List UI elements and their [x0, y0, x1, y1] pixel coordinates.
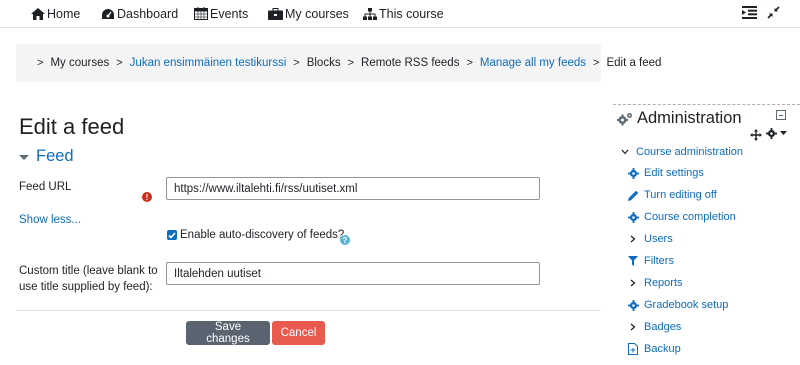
admin-item-label: Turn editing off: [644, 189, 717, 201]
admin-edit-settings[interactable]: Edit settings: [627, 167, 704, 179]
nav-this-course-label: This course: [379, 6, 444, 21]
breadcrumb: > My courses > Jukan ensimmäinen testiku…: [16, 44, 661, 82]
admin-item-label: Filters: [644, 255, 674, 267]
breadcrumb-my-courses[interactable]: My courses: [50, 57, 109, 69]
breadcrumb-separator: >: [116, 57, 123, 69]
sitemap-icon: [363, 7, 377, 20]
block-drawer-toggle[interactable]: [742, 6, 757, 24]
chevron-right-icon: [627, 235, 639, 243]
page-title: Edit a feed: [19, 114, 125, 139]
admin-item-label: Course completion: [644, 211, 736, 223]
admin-item-label: Course administration: [636, 146, 743, 158]
chevron-down-icon: [619, 149, 631, 155]
filter-icon: [627, 256, 639, 266]
nav-my-courses-label: My courses: [285, 6, 349, 21]
nav-events-label: Events: [210, 6, 249, 21]
admin-course-administration[interactable]: Course administration: [619, 146, 743, 158]
breadcrumb-separator: >: [37, 57, 44, 69]
administration-title: Administration: [637, 109, 742, 127]
nav-events[interactable]: Events: [194, 0, 248, 27]
admin-item-label: Edit settings: [644, 167, 704, 179]
nav-dashboard[interactable]: Dashboard: [101, 0, 178, 27]
autodiscovery-checkbox[interactable]: [167, 230, 177, 240]
feed-url-label: Feed URL: [19, 181, 72, 193]
admin-filters[interactable]: Filters: [627, 255, 674, 267]
admin-course-completion[interactable]: Course completion: [627, 211, 736, 223]
breadcrumb-separator: >: [593, 57, 600, 69]
admin-item-label: Backup: [644, 343, 681, 355]
admin-turn-editing-off[interactable]: Turn editing off: [627, 189, 717, 201]
admin-item-label: Gradebook setup: [644, 299, 729, 311]
admin-item-label: Badges: [644, 321, 682, 333]
breadcrumb-separator: >: [466, 57, 473, 69]
required-icon: !: [142, 192, 152, 202]
save-changes-button[interactable]: Save changes: [186, 321, 270, 345]
pencil-icon: [627, 190, 639, 201]
admin-users[interactable]: Users: [627, 233, 673, 245]
form-divider: [16, 310, 601, 311]
breadcrumb-separator: >: [347, 57, 355, 69]
custom-title-input[interactable]: Iltalehden uutiset: [166, 262, 540, 285]
caret-down-icon: [19, 154, 29, 160]
caret-down-icon: [780, 131, 787, 135]
gear-icon: [627, 211, 639, 223]
administration-block-title: Administration: [617, 109, 742, 128]
briefcase-icon: [268, 7, 283, 20]
admin-gradebook-setup[interactable]: Gradebook setup: [627, 299, 728, 311]
file-icon: [627, 343, 639, 355]
calendar-icon: [194, 7, 208, 20]
gear-icon: [766, 128, 777, 139]
gear-icon: [627, 167, 639, 179]
nav-home-label: Home: [47, 6, 81, 21]
move-icon[interactable]: [750, 128, 762, 146]
block-drawer-icon: [742, 6, 757, 19]
top-navbar: Home Dashboard Events My courses This co…: [0, 0, 800, 28]
section-feed-toggle[interactable]: Feed: [19, 147, 74, 166]
block-collapse-icon[interactable]: [776, 110, 786, 120]
gears-icon: [617, 112, 632, 125]
feed-url-input[interactable]: https://www.iltalehti.fi/rss/uutiset.xml: [166, 177, 540, 200]
admin-item-label: Reports: [644, 277, 683, 289]
help-icon[interactable]: ?: [340, 235, 350, 245]
check-icon: [168, 231, 176, 239]
nav-home[interactable]: Home: [31, 0, 80, 27]
nav-dashboard-label: Dashboard: [117, 6, 179, 21]
autodiscovery-label[interactable]: Enable auto-discovery of feeds?: [180, 227, 344, 243]
admin-badges[interactable]: Badges: [627, 321, 681, 333]
chevron-right-icon: [627, 279, 639, 287]
breadcrumb-separator: >: [293, 57, 300, 69]
breadcrumb-remote-rss: Remote RSS feeds: [361, 57, 460, 69]
breadcrumb-manage-feeds[interactable]: Manage all my feeds: [480, 57, 586, 69]
collapse-icon: [767, 6, 780, 19]
custom-title-label-line-2: use title supplied by feed):: [19, 281, 153, 293]
cancel-button[interactable]: Cancel: [272, 321, 325, 345]
custom-title-label-line-1: Custom title (leave blank to: [19, 265, 158, 277]
show-less-link[interactable]: Show less...: [19, 214, 81, 226]
nav-this-course[interactable]: This course: [363, 0, 444, 27]
nav-my-courses[interactable]: My courses: [268, 0, 349, 27]
admin-reports[interactable]: Reports: [627, 277, 683, 289]
gear-icon: [627, 299, 639, 311]
breadcrumb-blocks: Blocks: [306, 57, 341, 69]
collapse-toggle[interactable]: [767, 6, 780, 24]
dashboard-icon: [102, 8, 114, 19]
breadcrumb-edit-feed: Edit a feed: [606, 57, 662, 69]
home-icon: [31, 7, 45, 20]
admin-item-label: Users: [644, 233, 673, 245]
breadcrumb-course[interactable]: Jukan ensimmäinen testikurssi: [130, 57, 287, 69]
chevron-right-icon: [627, 323, 639, 331]
block-actions-menu[interactable]: [766, 128, 787, 139]
admin-backup[interactable]: Backup: [627, 343, 681, 355]
section-feed-label: Feed: [36, 147, 74, 165]
